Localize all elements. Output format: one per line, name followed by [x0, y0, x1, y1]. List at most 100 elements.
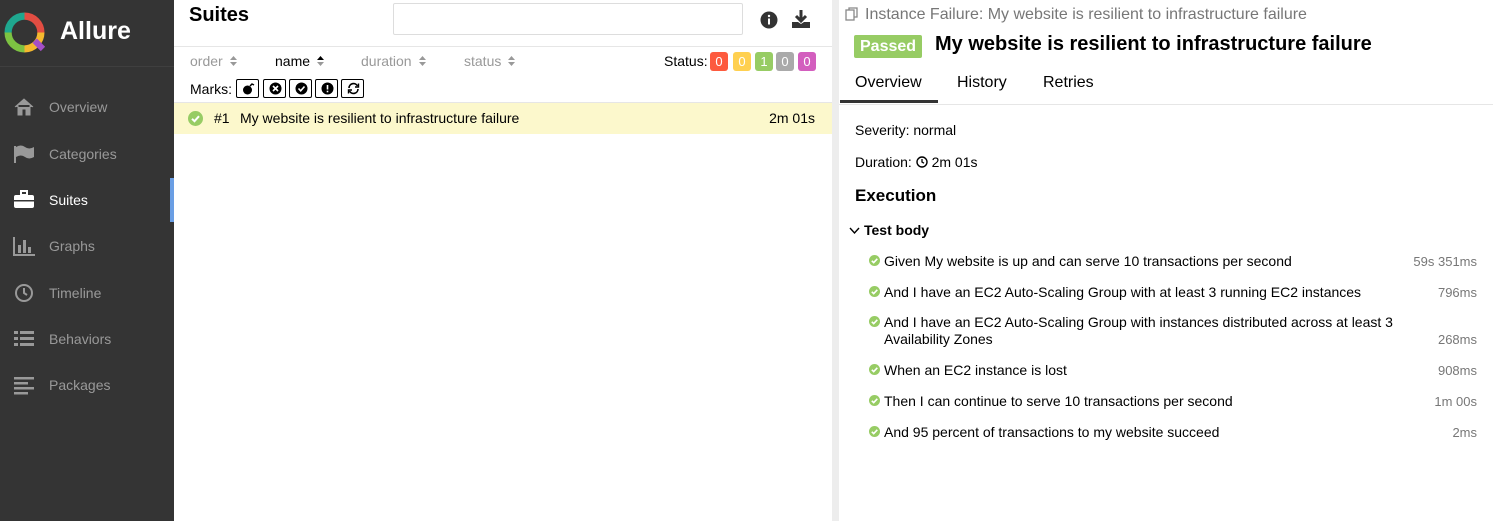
- app-name: Allure: [60, 17, 131, 45]
- status-filter-unknown[interactable]: 0: [798, 52, 816, 71]
- mark-new-failed-toggle[interactable]: [263, 79, 286, 98]
- marks-label: Marks:: [190, 81, 232, 97]
- test-body-toggle[interactable]: Test body: [849, 222, 929, 238]
- section-title: Execution: [855, 186, 937, 205]
- allure-logo-icon: [4, 12, 45, 53]
- divider: [174, 46, 832, 47]
- test-order: #1: [214, 110, 230, 126]
- sidebar-item-overview[interactable]: Overview: [0, 85, 174, 129]
- status-filter-passed[interactable]: 1: [755, 52, 773, 71]
- step-text: And 95 percent of transactions to my web…: [884, 424, 1220, 440]
- sidebar-item-behaviors[interactable]: Behaviors: [0, 317, 174, 361]
- test-body-label: Test body: [864, 222, 930, 238]
- status-filter-skipped[interactable]: 0: [776, 52, 794, 71]
- new-broken-icon: [321, 82, 334, 95]
- align-left-icon: [14, 377, 34, 395]
- mark-new-passed-toggle[interactable]: [289, 79, 312, 98]
- step-text: Then I can continue to serve 10 transact…: [884, 393, 1233, 409]
- sort-icon: [229, 56, 237, 66]
- sidebar: Allure Overview Categories Suites Graphs…: [0, 0, 174, 521]
- column-label: duration: [361, 53, 412, 69]
- step-duration: 796ms: [1437, 285, 1477, 300]
- sidebar-item-label: Timeline: [49, 285, 102, 301]
- sidebar-item-label: Suites: [49, 192, 88, 208]
- duration-label: Duration:: [855, 154, 912, 170]
- step-text: Given My website is up and can serve 10 …: [884, 253, 1292, 269]
- tab-retries[interactable]: Retries: [1043, 74, 1094, 92]
- sidebar-item-suites[interactable]: Suites: [0, 178, 174, 222]
- flag-icon: [14, 145, 34, 163]
- status-badge: Passed: [854, 35, 923, 58]
- passed-step-icon: [869, 286, 880, 297]
- step-duration: 2ms: [1452, 425, 1477, 440]
- passed-step-icon: [869, 316, 880, 327]
- step-duration: 268ms: [1437, 332, 1477, 347]
- copy-icon: [845, 7, 858, 21]
- briefcase-icon: [14, 190, 34, 208]
- step-duration: 59s 351ms: [1413, 254, 1477, 269]
- sidebar-item-label: Overview: [49, 99, 108, 115]
- step-text: When an EC2 instance is lost: [884, 362, 1067, 378]
- sort-icon: [418, 56, 426, 66]
- status-filter-label: Status:: [664, 53, 708, 69]
- brand[interactable]: Allure: [0, 0, 174, 67]
- sort-by-duration[interactable]: duration: [361, 53, 427, 69]
- page-title: Suites: [189, 4, 250, 26]
- table-row[interactable]: #1 My website is resilient to infrastruc…: [174, 103, 832, 134]
- duration-value: 2m 01s: [931, 154, 978, 170]
- breadcrumb[interactable]: Instance Failure: My website is resilien…: [845, 6, 1307, 24]
- duration-row: Duration: 2m 01s: [855, 154, 978, 170]
- sort-icon: [317, 56, 325, 66]
- passed-step-icon: [869, 364, 880, 375]
- clock-icon: [15, 284, 33, 302]
- flaky-icon: [243, 83, 255, 95]
- step-duration: 1m 00s: [1434, 394, 1477, 409]
- sort-by-order[interactable]: order: [190, 53, 238, 69]
- search-input[interactable]: [393, 3, 743, 35]
- sidebar-item-label: Behaviors: [49, 331, 112, 347]
- retries-icon: [347, 82, 360, 95]
- breadcrumb-label: Instance Failure: My website is resilien…: [865, 6, 1307, 23]
- passed-step-icon: [869, 426, 880, 437]
- sort-by-status[interactable]: status: [464, 53, 516, 69]
- status-filter-failed[interactable]: 0: [710, 52, 728, 71]
- test-name: My website is resilient to infrastructur…: [240, 110, 520, 126]
- mark-new-broken-toggle[interactable]: [315, 79, 338, 98]
- status-filter-broken[interactable]: 0: [733, 52, 751, 71]
- tab-history[interactable]: History: [957, 74, 1007, 92]
- column-label: name: [275, 53, 311, 69]
- active-tab-indicator: [840, 100, 938, 103]
- sidebar-item-label: Packages: [49, 377, 111, 393]
- column-label: order: [190, 53, 223, 69]
- test-duration: 2m 01s: [769, 110, 815, 126]
- mark-flaky-toggle[interactable]: [236, 79, 259, 98]
- passed-step-icon: [869, 255, 880, 266]
- passed-step-icon: [869, 395, 880, 406]
- sort-by-name[interactable]: name: [275, 53, 325, 69]
- clock-icon: [916, 156, 928, 168]
- new-passed-icon: [295, 82, 308, 95]
- severity-value: Severity: normal: [855, 122, 957, 138]
- bar-chart-icon: [13, 237, 35, 256]
- step-duration: 908ms: [1437, 363, 1477, 378]
- mark-retries-toggle[interactable]: [341, 79, 364, 98]
- sort-icon: [508, 56, 516, 66]
- sidebar-item-graphs[interactable]: Graphs: [0, 224, 174, 268]
- sidebar-item-label: Graphs: [49, 238, 95, 254]
- step-text: And I have an EC2 Auto-Scaling Group wit…: [884, 284, 1362, 300]
- chevron-down-icon: [849, 227, 860, 235]
- list-icon: [14, 331, 34, 346]
- sidebar-item-categories[interactable]: Categories: [0, 132, 174, 176]
- info-icon[interactable]: [760, 11, 778, 29]
- sidebar-item-packages[interactable]: Packages: [0, 363, 174, 407]
- test-title: My website is resilient to infrastructur…: [935, 33, 1372, 55]
- pane-splitter[interactable]: [832, 0, 839, 521]
- sidebar-item-label: Categories: [49, 146, 117, 162]
- step-text: And I have an EC2 Auto-Scaling Group wit…: [884, 314, 1393, 347]
- download-icon[interactable]: [791, 9, 811, 29]
- divider: [839, 104, 1493, 105]
- sidebar-item-timeline[interactable]: Timeline: [0, 271, 174, 315]
- passed-status-icon: [188, 111, 203, 126]
- column-label: status: [464, 53, 502, 69]
- tab-overview[interactable]: Overview: [855, 74, 922, 92]
